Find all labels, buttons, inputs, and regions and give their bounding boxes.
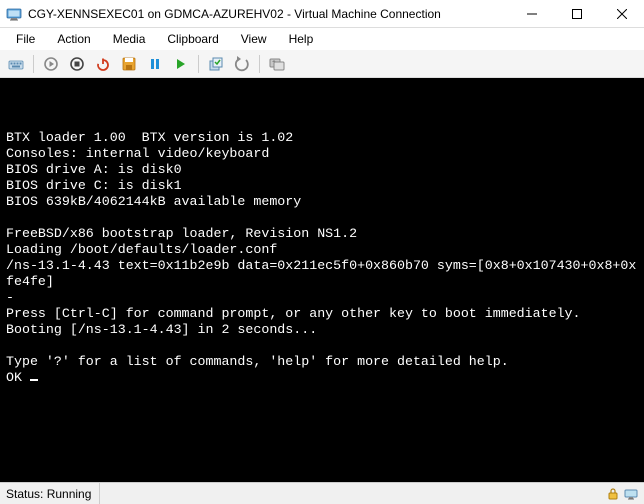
start-icon [43, 56, 59, 72]
checkpoint-icon [208, 56, 224, 72]
revert-icon [234, 56, 250, 72]
ctrl-alt-del-button[interactable] [4, 52, 28, 76]
save-icon [121, 56, 137, 72]
vm-console[interactable]: BTX loader 1.00 BTX version is 1.02 Cons… [0, 78, 644, 482]
cursor-icon [30, 379, 38, 381]
menu-action[interactable]: Action [47, 30, 100, 48]
console-output: BTX loader 1.00 BTX version is 1.02 Cons… [6, 130, 636, 369]
turnoff-button[interactable] [65, 52, 89, 76]
pause-button[interactable] [143, 52, 167, 76]
resume-icon [173, 56, 189, 72]
turnoff-icon [69, 56, 85, 72]
save-button[interactable] [117, 52, 141, 76]
close-button[interactable] [599, 0, 644, 28]
enhanced-session-button[interactable] [265, 52, 289, 76]
window-controls [509, 0, 644, 28]
ctrl-alt-del-icon [8, 56, 24, 72]
menu-help[interactable]: Help [279, 30, 324, 48]
titlebar: CGY-XENNSEXEC01 on GDMCA-AZUREHV02 - Vir… [0, 0, 644, 28]
toolbar [0, 50, 644, 78]
toolbar-separator [259, 55, 260, 73]
checkpoint-button[interactable] [204, 52, 228, 76]
maximize-button[interactable] [554, 0, 599, 28]
reset-button[interactable] [169, 52, 193, 76]
console-prompt: OK [6, 370, 30, 385]
shutdown-icon [95, 56, 111, 72]
security-icon [606, 487, 620, 501]
app-icon [6, 6, 22, 22]
minimize-button[interactable] [509, 0, 554, 28]
toolbar-separator [198, 55, 199, 73]
statusbar: Status: Running [0, 482, 644, 504]
menu-view[interactable]: View [231, 30, 277, 48]
shutdown-button[interactable] [91, 52, 115, 76]
status-left: Status: Running [6, 483, 100, 504]
toolbar-separator [33, 55, 34, 73]
pause-icon [147, 56, 163, 72]
menu-file[interactable]: File [6, 30, 45, 48]
revert-button[interactable] [230, 52, 254, 76]
display-config-icon [624, 487, 638, 501]
start-button[interactable] [39, 52, 63, 76]
window-title: CGY-XENNSEXEC01 on GDMCA-AZUREHV02 - Vir… [28, 7, 441, 21]
menubar: File Action Media Clipboard View Help [0, 28, 644, 50]
menu-clipboard[interactable]: Clipboard [157, 30, 228, 48]
titlebar-left: CGY-XENNSEXEC01 on GDMCA-AZUREHV02 - Vir… [0, 6, 441, 22]
menu-media[interactable]: Media [103, 30, 156, 48]
share-icon [269, 56, 285, 72]
status-right [606, 487, 638, 501]
status-text: Status: Running [6, 483, 100, 504]
